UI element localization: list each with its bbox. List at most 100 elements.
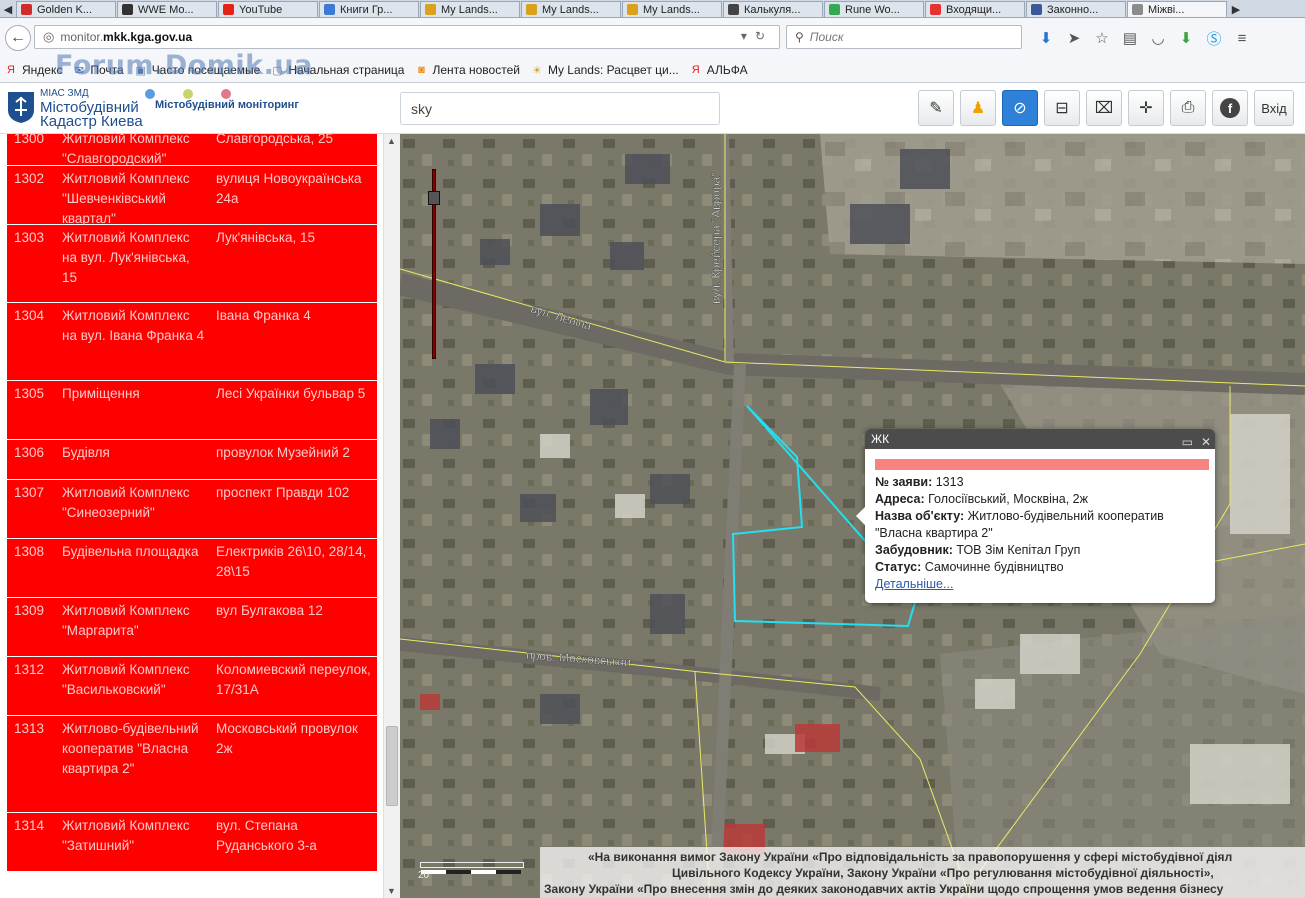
list-item[interactable]: 1312 Житловий Комплекс "Васильковский" Кол… (7, 657, 377, 716)
list-item-address: Лесі Українки бульвар 5 (216, 386, 366, 401)
list-item[interactable]: 1307 Житловий Комплекс "Синеозерний" просп… (7, 480, 377, 539)
scroll-up-icon[interactable]: ▲ (387, 136, 396, 146)
list-item-number: 1300 (14, 134, 45, 146)
tabs-scroll-left-icon[interactable]: ◀ (0, 1, 16, 17)
bookmark-item[interactable]: ◙ Лента новостей (414, 63, 520, 77)
browser-search-input[interactable]: ⚲ Поиск (786, 25, 1022, 49)
tab-favicon-icon (324, 4, 335, 15)
browser-tab[interactable]: Книги Гр... (319, 1, 419, 17)
browser-tab[interactable]: Golden K... (16, 1, 116, 17)
list-item-name: Житловий Комплекс "Шевченківський кварта… (62, 171, 190, 226)
menu-icon[interactable]: ≡ (1228, 27, 1256, 49)
login-button[interactable]: Вхід (1254, 90, 1294, 126)
print-icon[interactable]: ⎙ (1170, 90, 1206, 126)
list-item[interactable]: 1302 Житловий Комплекс "Шевченківський кв… (7, 166, 377, 226)
list-item-number: 1304 (14, 308, 45, 323)
list-item-name: Житловий Комплекс "Синеозерний" (62, 485, 190, 520)
kyiv-coat-of-arms-logo (8, 92, 34, 123)
reading-list-icon[interactable]: ▤ (1116, 27, 1144, 49)
area-measure-icon[interactable]: ⌧ (1086, 90, 1122, 126)
popup-pointer (856, 507, 865, 525)
list-item[interactable]: 1303 Житловий Комплекс на вул. Лук'янівсь… (7, 225, 377, 303)
green-download-icon[interactable]: ⬇ (1172, 27, 1200, 49)
list-item-number: 1314 (14, 818, 45, 833)
compass-icon[interactable]: ⊘ (1002, 90, 1038, 126)
map-search-input[interactable]: sky (400, 92, 720, 125)
tab-favicon-icon (526, 4, 537, 15)
forum-watermark: Forum.Domik.ua (55, 50, 313, 81)
url-prefix: monitor. (60, 30, 104, 44)
edit-icon[interactable]: ✎ (918, 90, 954, 126)
crosshair-icon[interactable]: ✛ (1128, 90, 1164, 126)
search-icon: ⚲ (795, 30, 804, 44)
facebook-icon[interactable]: f (1212, 90, 1248, 126)
browser-tab[interactable]: My Lands... (420, 1, 520, 17)
satellite-map[interactable]: вул. Леніна вул. Крейсера "Аврора" пров.… (400, 134, 1305, 898)
browser-tab[interactable]: Входящи... (925, 1, 1025, 17)
object-info-popup: ЖК ▭ ✕ № заяви: 1313 Адреса: Голосіївськи… (856, 429, 1215, 603)
scroll-down-icon[interactable]: ▼ (387, 886, 396, 896)
list-item-name: Будівельна площадка (62, 544, 199, 559)
details-link[interactable]: Детальніше... (875, 577, 953, 591)
list-item[interactable]: 1313 Житлово-будівельний кооператив "Влас… (7, 716, 377, 813)
list-item-name: Житловий Комплекс "Васильковский" (62, 662, 190, 697)
list-item-number: 1307 (14, 485, 45, 500)
tab-label: Законно... (1047, 3, 1099, 16)
bookmark-star-icon[interactable]: ☆ (1088, 27, 1116, 49)
bookmark-item[interactable]: ☀ My Lands: Расцвет ци... (530, 63, 679, 77)
browser-tab[interactable]: My Lands... (521, 1, 621, 17)
list-item[interactable]: 1304 Житловий Комплекс на вул. Івана Фран… (7, 303, 377, 381)
maximize-icon[interactable]: ▭ (1182, 435, 1193, 449)
list-item-number: 1313 (14, 721, 45, 736)
send-icon[interactable]: ➤ (1060, 27, 1088, 49)
ruler-icon[interactable]: ⊟ (1044, 90, 1080, 126)
blue-dot-icon (145, 89, 155, 99)
browser-tab[interactable]: Rune Wo... (824, 1, 924, 17)
zoom-slider[interactable] (428, 169, 440, 359)
pegman-icon[interactable]: ♟ (960, 90, 996, 126)
list-item-address: вул. Степана Руданського 3-а (216, 818, 317, 853)
bookmark-item[interactable]: Я Яндекс (4, 63, 62, 77)
legal-line-2: Цивільного Кодексу України, Закону Украї… (672, 866, 1214, 880)
list-item[interactable]: 1309 Житловий Комплекс "Маргарита" вул Бул… (7, 598, 377, 657)
list-scrollbar[interactable]: ▲ ▼ (383, 134, 400, 898)
zoom-knob[interactable] (428, 191, 440, 205)
list-item-number: 1308 (14, 544, 45, 559)
tab-label: Golden K... (37, 3, 93, 16)
pocket-icon[interactable]: ◡ (1144, 27, 1172, 49)
tabs-scroll-right-icon[interactable]: ▶ (1228, 1, 1244, 17)
browser-tab[interactable]: Калькуля... (723, 1, 823, 17)
scroll-thumb[interactable] (386, 726, 398, 806)
list-item[interactable]: 1300 Житловий Комплекс "Славгородский" Сла… (7, 134, 377, 166)
alfa-icon: Я (691, 64, 700, 76)
tab-label: WWE Mo... (138, 3, 194, 16)
list-item[interactable]: 1314 Житловий Комплекс "Затишний" вул. Сте… (7, 813, 377, 872)
tab-label: Калькуля... (744, 3, 801, 16)
list-item[interactable]: 1306 Будівля провулок Музейний 2 (7, 440, 377, 480)
map-scale-text: 20 (418, 870, 430, 881)
list-item[interactable]: 1308 Будівельна площадка Електриків 26\10,… (7, 539, 377, 598)
address-bar[interactable]: ◎ monitor. mkk.kga.gov.ua ▾↻ (34, 25, 780, 49)
browser-tab[interactable]: My Lands... (622, 1, 722, 17)
legal-notice: «На виконання вимог Закону України «Про … (540, 847, 1305, 898)
skype-icon[interactable]: Ⓢ (1200, 27, 1228, 49)
download-icon[interactable]: ⬇ (1032, 27, 1060, 49)
reload-icon[interactable]: ▾↻ (741, 29, 773, 43)
close-icon[interactable]: ✕ (1201, 435, 1211, 449)
tab-label: Книги Гр... (340, 3, 393, 16)
list-item-name: Житлово-будівельний кооператив "Власна к… (62, 721, 199, 776)
list-item-name: Житловий Комплекс "Славгородский" (62, 134, 190, 166)
popup-row-addr: Адреса: Голосіївський, Москвіна, 2ж (875, 492, 1088, 506)
bookmark-item[interactable]: Я АЛЬФА (689, 63, 748, 77)
list-item-address: Івана Франка 4 (216, 308, 311, 323)
bookmark-label: Лента новостей (432, 63, 520, 77)
browser-tab[interactable]: Законно... (1026, 1, 1126, 17)
objects-list-panel: 1300 Житловий Комплекс "Славгородский" Сла… (0, 134, 400, 898)
list-item-number: 1303 (14, 230, 45, 245)
browser-tab[interactable]: Міжві... (1127, 1, 1227, 17)
back-arrow-icon[interactable]: ← (5, 25, 31, 51)
browser-tab[interactable]: WWE Mo... (117, 1, 217, 17)
list-item-number: 1305 (14, 386, 45, 401)
browser-tab[interactable]: YouTube (218, 1, 318, 17)
list-item[interactable]: 1305 Приміщення Лесі Українки бульвар 5 (7, 381, 377, 440)
